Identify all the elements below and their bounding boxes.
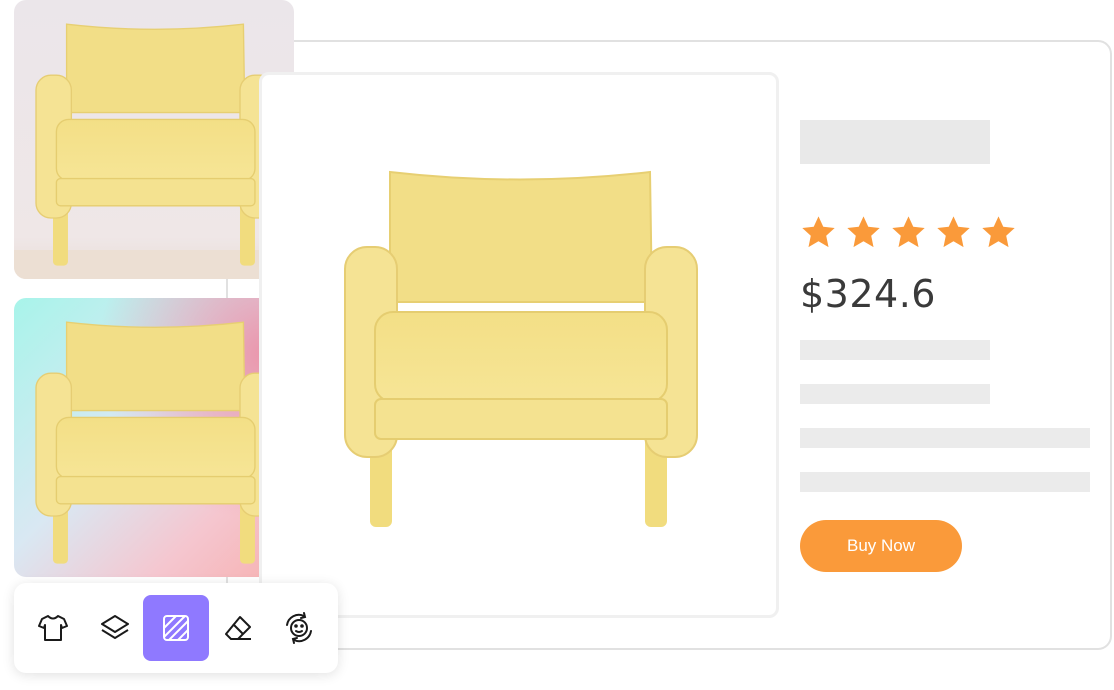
star-icon: [847, 216, 880, 248]
star-icon: [937, 216, 970, 248]
layers-icon: [101, 615, 129, 639]
star-icon: [982, 216, 1015, 248]
tool-face-swap[interactable]: [266, 595, 332, 661]
product-title-placeholder: [800, 120, 990, 164]
description-line-placeholder: [800, 384, 990, 404]
tool-pattern[interactable]: [143, 595, 209, 661]
eraser-icon: [225, 616, 251, 640]
edit-toolbar: [14, 583, 338, 673]
tshirt-icon: [38, 615, 68, 641]
star-rating: [800, 214, 1017, 251]
product-image: [259, 72, 779, 618]
thumbnail-gradient-background[interactable]: [14, 298, 294, 577]
star-icon: [892, 216, 925, 248]
tool-layers[interactable]: [82, 595, 148, 661]
description-line-placeholder: [800, 472, 1090, 492]
buy-now-button[interactable]: Buy Now: [800, 520, 962, 572]
tool-eraser[interactable]: [205, 595, 271, 661]
description-line-placeholder: [800, 428, 1090, 448]
thumbnail-room-background[interactable]: [14, 0, 294, 279]
star-icon: [802, 216, 835, 248]
product-price: $324.6: [800, 272, 936, 316]
tool-tshirt[interactable]: [20, 595, 86, 661]
description-line-placeholder: [800, 340, 990, 360]
face-swap-icon: [286, 612, 312, 644]
pattern-icon: [163, 615, 189, 641]
